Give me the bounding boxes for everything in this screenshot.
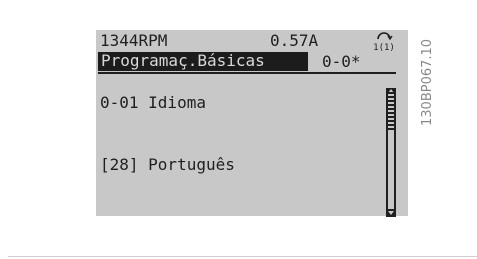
parameter-label[interactable]: 0-01 Idioma — [100, 94, 206, 112]
scroll-down-arrow-icon[interactable] — [386, 209, 396, 217]
lcp-display: 1344RPM 0.57A 1(1) Programaç.Básicas 0-0… — [96, 30, 408, 217]
scroll-thumb[interactable] — [388, 92, 394, 130]
setup-indicator-label: 1(1) — [374, 43, 394, 51]
title-divider — [98, 72, 396, 74]
parameter-value[interactable]: [28] Português — [100, 156, 235, 174]
scrollbar[interactable] — [386, 88, 396, 217]
frame-border-bottom — [8, 256, 478, 257]
motor-speed-readout: 1344RPM — [100, 31, 168, 50]
document-code: 130BP067.10 — [420, 38, 436, 128]
setup-indicator-icon: 1(1) — [374, 32, 394, 51]
document-code-text: 130BP067.10 — [420, 38, 435, 126]
menu-title: Programaç.Básicas — [101, 51, 265, 70]
parameter-group-number: 0-0* — [322, 52, 361, 71]
motor-current-readout: 0.57A — [270, 31, 319, 50]
menu-title-bar: Programaç.Básicas — [98, 52, 308, 71]
